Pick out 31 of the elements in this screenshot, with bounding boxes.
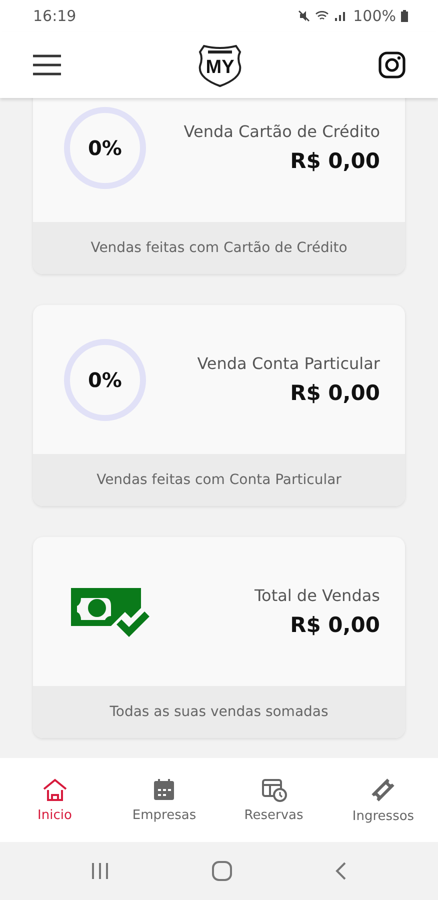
card-amount: R$ 0,00 [290, 381, 380, 405]
money-check-icon [69, 586, 151, 638]
logo: MY [198, 42, 242, 88]
card-title: Total de Vendas [254, 586, 380, 605]
home-icon [42, 778, 68, 802]
status-time: 16:19 [33, 7, 76, 25]
card-amount: R$ 0,00 [290, 613, 380, 637]
wifi-icon [315, 10, 330, 22]
battery-level: 100% [353, 7, 396, 25]
card-title: Venda Conta Particular [197, 354, 380, 373]
mute-icon [298, 10, 310, 22]
card-caption: Vendas feitas com Cartão de Crédito [90, 240, 348, 256]
calendar-icon [152, 778, 176, 802]
nav-tab[interactable]: Ingressos [333, 776, 434, 824]
card-title: Venda Cartão de Crédito [184, 122, 380, 141]
card-caption: Todas as suas vendas somadas [110, 704, 328, 720]
battery-icon [401, 10, 408, 22]
menu-icon[interactable] [32, 54, 62, 76]
nav-tab[interactable]: Empresas [114, 778, 214, 822]
back-icon[interactable] [334, 861, 348, 881]
recent-apps-icon[interactable] [90, 862, 110, 880]
calendar-clock-icon [260, 778, 287, 802]
percent-value: 0% [88, 368, 122, 392]
percent-value: 0% [88, 136, 122, 160]
ticket-icon [370, 776, 396, 802]
instagram-icon[interactable] [378, 51, 406, 79]
home-button-icon[interactable] [210, 860, 233, 882]
nav-tab[interactable]: Reservas [224, 778, 324, 822]
card-amount: R$ 0,00 [290, 149, 380, 173]
card-caption: Vendas feitas com Conta Particular [96, 472, 342, 488]
nav-tab[interactable]: Inicio [4, 778, 105, 822]
